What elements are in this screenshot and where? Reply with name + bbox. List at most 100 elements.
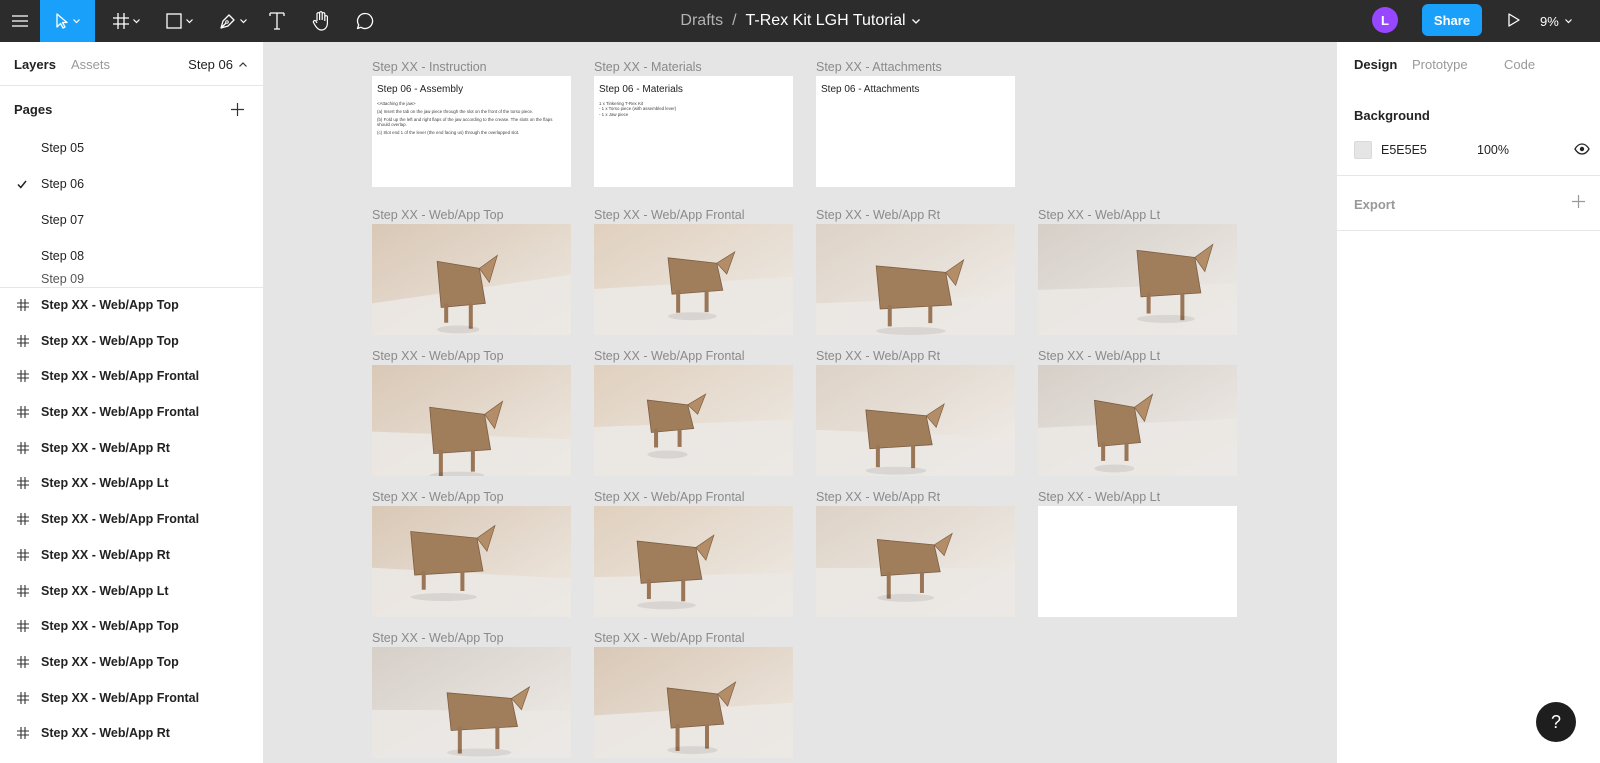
page-item[interactable]: Step 06 <box>0 167 263 203</box>
page-item[interactable]: Step 07 <box>0 203 263 239</box>
layer-item[interactable]: Step XX - Web/App Frontal <box>0 502 263 538</box>
background-color-swatch[interactable] <box>1354 141 1372 159</box>
frame-label[interactable]: Step XX - Web/App Rt <box>816 349 940 363</box>
photo-frame[interactable] <box>594 647 793 758</box>
frame-label[interactable]: Step XX - Web/App Top <box>372 631 504 645</box>
layer-item-label: Step XX - Web/App Frontal <box>41 690 200 705</box>
background-opacity-input[interactable]: 100% <box>1477 143 1509 157</box>
tab-assets[interactable]: Assets <box>71 57 110 72</box>
layer-item-label: Step XX - Web/App Lt <box>41 476 169 491</box>
share-button[interactable]: Share <box>1422 4 1482 36</box>
tab-layers[interactable]: Layers <box>14 57 56 72</box>
layer-item[interactable]: Step XX - Web/App Rt <box>0 716 263 752</box>
page-item[interactable]: Step 08 <box>0 239 263 275</box>
canvas[interactable]: Step XX - Instruction Step 06 - Assembly <… <box>265 42 1335 763</box>
text-frame[interactable]: Step 06 - Assembly <Attaching the jaw> (a)… <box>372 76 571 187</box>
layer-item[interactable]: Step XX - Web/App Rt <box>0 538 263 574</box>
frame-label[interactable]: Step XX - Web/App Top <box>372 349 504 363</box>
frame-hash-icon <box>17 406 29 421</box>
frame-label[interactable]: Step XX - Web/App Rt <box>816 208 940 222</box>
frame-hash-icon <box>17 334 29 350</box>
pen-tool-button[interactable] <box>212 0 254 42</box>
layer-item-label: Step XX - Web/App Top <box>41 333 179 348</box>
photo-frame[interactable] <box>372 647 571 758</box>
layer-item[interactable]: Step XX - Web/App Frontal <box>0 395 263 431</box>
comment-tool-button[interactable] <box>352 0 378 42</box>
background-section: Background E5E5E5 100% <box>1337 42 1600 176</box>
layer-item[interactable]: Step XX - Web/App Top <box>0 609 263 645</box>
frame-label[interactable]: Step XX - Attachments <box>816 60 942 74</box>
eye-icon[interactable] <box>1574 143 1590 158</box>
frame-tool-button[interactable] <box>105 0 147 42</box>
frame-label[interactable]: Step XX - Web/App Frontal <box>594 349 745 363</box>
page-item[interactable]: Step 09 <box>0 272 263 287</box>
frame-title-text: Step 06 - Materials <box>599 84 683 95</box>
text-frame[interactable]: Step 06 - Materials 1 x Tinkering T-Rex K… <box>594 76 793 187</box>
export-section: Export <box>1337 177 1600 231</box>
add-export-button[interactable] <box>1572 195 1585 211</box>
layer-item[interactable]: Step XX - Web/App Lt <box>0 466 263 502</box>
background-hex-input[interactable]: E5E5E5 <box>1381 143 1427 157</box>
layer-item[interactable]: Step XX - Web/App Frontal <box>0 681 263 717</box>
layer-item-label: Step XX - Web/App Frontal <box>41 369 200 384</box>
photo-frame[interactable] <box>816 224 1015 335</box>
frame-label[interactable]: Step XX - Web/App Lt <box>1038 208 1160 222</box>
move-tool-button[interactable] <box>40 0 95 42</box>
frame-label[interactable]: Step XX - Web/App Lt <box>1038 490 1160 504</box>
page-item[interactable]: Step 05 <box>0 131 263 167</box>
file-name-button[interactable]: T-Rex Kit LGH Tutorial <box>746 12 920 30</box>
present-button[interactable] <box>1500 0 1528 42</box>
photo-frame[interactable] <box>1038 224 1237 335</box>
frame-label[interactable]: Step XX - Web/App Frontal <box>594 208 745 222</box>
breadcrumb-drafts[interactable]: Drafts <box>680 12 723 30</box>
frame-label[interactable]: Step XX - Web/App Frontal <box>594 490 745 504</box>
hand-tool-button[interactable] <box>308 0 334 42</box>
photo-image <box>372 224 571 335</box>
pages-list: Step 05 Step 06 Step 07 Step 08 Step 09 <box>0 131 263 288</box>
user-avatar[interactable]: L <box>1372 7 1398 33</box>
layer-item-label: Step XX - Web/App Top <box>41 619 179 634</box>
photo-frame[interactable] <box>1038 365 1237 476</box>
text-tool-button[interactable] <box>264 0 290 42</box>
photo-frame[interactable] <box>372 224 571 335</box>
frame-label[interactable]: Step XX - Materials <box>594 60 702 74</box>
photo-frame[interactable] <box>594 224 793 335</box>
rectangle-icon <box>165 13 182 29</box>
photo-frame[interactable] <box>816 365 1015 476</box>
photo-frame[interactable] <box>816 506 1015 617</box>
current-page-selector[interactable]: Step 06 <box>188 57 247 72</box>
zoom-menu[interactable]: 9% <box>1540 0 1592 42</box>
chevron-up-icon <box>239 62 247 67</box>
layer-item[interactable]: Step XX - Web/App Top <box>0 645 263 681</box>
chevron-down-icon <box>1564 18 1572 24</box>
photo-frame[interactable] <box>594 506 793 617</box>
frame-label[interactable]: Step XX - Instruction <box>372 60 487 74</box>
layer-item[interactable]: Step XX - Web/App Top <box>0 288 263 324</box>
photo-frame[interactable] <box>372 365 571 476</box>
photo-frame[interactable] <box>594 365 793 476</box>
main-menu-button[interactable] <box>0 0 40 42</box>
comment-bubble-icon <box>356 12 374 30</box>
help-button[interactable]: ? <box>1536 702 1576 742</box>
layer-item[interactable]: Step XX - Web/App Top <box>0 324 263 360</box>
body-line: (c) Slot end 1 of the lever (the end fac… <box>377 129 520 135</box>
frame-label[interactable]: Step XX - Web/App Lt <box>1038 349 1160 363</box>
hamburger-icon <box>12 15 28 27</box>
photo-frame[interactable] <box>372 506 571 617</box>
shape-tool-button[interactable] <box>158 0 200 42</box>
empty-frame[interactable] <box>1038 506 1237 617</box>
frame-label[interactable]: Step XX - Web/App Top <box>372 490 504 504</box>
photo-image <box>594 365 793 476</box>
layer-item[interactable]: Step XX - Web/App Frontal <box>0 359 263 395</box>
text-frame[interactable]: Step 06 - Attachments <box>816 76 1015 187</box>
layer-item[interactable]: Step XX - Web/App Rt <box>0 431 263 467</box>
body-line: (a) Insert the tab on the jaw piece thro… <box>377 108 534 114</box>
frame-label[interactable]: Step XX - Web/App Rt <box>816 490 940 504</box>
layer-item[interactable]: Step XX - Web/App Lt <box>0 574 263 610</box>
frame-label[interactable]: Step XX - Web/App Top <box>372 208 504 222</box>
frame-hash-icon <box>112 13 129 29</box>
hand-icon <box>312 11 330 31</box>
frame-label[interactable]: Step XX - Web/App Frontal <box>594 631 745 645</box>
add-page-button[interactable] <box>228 100 246 118</box>
zoom-level: 9% <box>1540 13 1559 29</box>
